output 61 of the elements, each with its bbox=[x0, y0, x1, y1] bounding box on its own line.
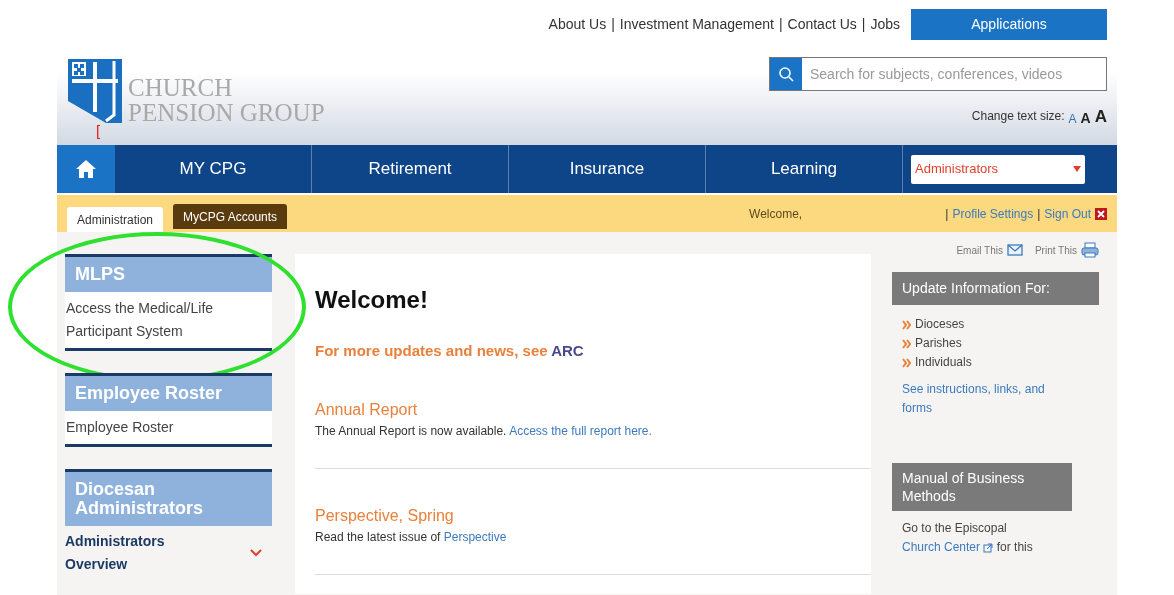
double-chevron-icon bbox=[902, 319, 912, 330]
welcome-text: Welcome, bbox=[749, 205, 803, 223]
top-link[interactable]: Contact Us bbox=[787, 14, 857, 35]
expandable-link[interactable]: Administrators Overview bbox=[65, 526, 272, 576]
double-chevron-icon bbox=[902, 338, 912, 349]
news-text: The Annual Report is now available. Access the full report here. bbox=[315, 422, 653, 440]
nav-tab[interactable]: Insurance bbox=[509, 145, 706, 193]
logo-text: CHURCH bbox=[128, 75, 234, 100]
text-size-option[interactable]: A bbox=[1080, 111, 1091, 125]
search-button[interactable] bbox=[770, 58, 802, 90]
news-link[interactable]: Perspective bbox=[443, 529, 507, 544]
text-size-option[interactable]: A bbox=[1094, 108, 1107, 125]
share-action[interactable]: Email This bbox=[956, 242, 1023, 258]
printer-icon bbox=[1081, 242, 1099, 258]
search-field[interactable]: Search for subjects, conferences, videos bbox=[802, 58, 1106, 90]
search-icon bbox=[778, 66, 794, 82]
news-text: Read the latest issue of Perspective bbox=[315, 528, 508, 546]
intro-text: For more updates and news, see ARC bbox=[315, 341, 585, 361]
double-chevron-icon bbox=[902, 357, 912, 368]
dropdown-arrow-icon bbox=[1073, 166, 1081, 172]
section-header: Employee Roster bbox=[65, 373, 272, 411]
news-link[interactable]: Access the full report here. bbox=[509, 423, 652, 438]
envelope-icon bbox=[1006, 244, 1023, 256]
close-icon bbox=[1095, 207, 1107, 220]
nav-tab[interactable]: Learning bbox=[706, 145, 903, 193]
account-tab[interactable]: MyCPG Accounts bbox=[173, 204, 288, 229]
external-link-icon bbox=[983, 542, 994, 553]
share-action[interactable]: Print This bbox=[1034, 242, 1099, 258]
page-heading: Welcome! bbox=[315, 285, 429, 315]
account-tab[interactable]: Administration bbox=[67, 207, 164, 232]
arc-link[interactable]: ARC bbox=[551, 342, 584, 359]
instructions-link[interactable]: See instructions, links, and forms bbox=[902, 380, 1072, 418]
box-header: Update Information For: bbox=[892, 272, 1099, 305]
separator: | bbox=[945, 205, 949, 223]
box-header: Manual of Business Methods bbox=[892, 463, 1072, 511]
text-size-label: Change text size: bbox=[971, 108, 1065, 125]
logo-text: PENSION GROUP bbox=[128, 100, 325, 125]
update-link[interactable]: Individuals bbox=[902, 353, 1089, 372]
top-link[interactable]: Jobs bbox=[870, 14, 900, 35]
home-button[interactable] bbox=[57, 145, 115, 193]
nav-tab[interactable]: MY CPG bbox=[115, 145, 312, 193]
section-header: Diocesan Administrators bbox=[65, 469, 272, 526]
role-select[interactable]: Administrators bbox=[911, 154, 1085, 184]
bracket-mark: [ bbox=[96, 121, 101, 141]
text-size-option[interactable]: A bbox=[1068, 113, 1077, 125]
update-link[interactable]: Dioceses bbox=[902, 315, 1089, 334]
separator: | bbox=[778, 15, 783, 34]
shield-logo-icon bbox=[66, 57, 124, 125]
separator: | bbox=[611, 15, 615, 34]
section-header: MLPS bbox=[65, 254, 272, 292]
manual-text: Go to the Episcopal Church Center for this bbox=[901, 520, 1034, 556]
separator: | bbox=[861, 15, 866, 34]
search-box[interactable]: Search for subjects, conferences, videos bbox=[769, 57, 1107, 91]
separator: | bbox=[1037, 205, 1041, 223]
applications-button[interactable]: Applications bbox=[911, 9, 1107, 40]
church-center-link[interactable]: Church Center bbox=[902, 540, 981, 554]
nav-tab[interactable]: Retirement bbox=[312, 145, 509, 193]
update-link[interactable]: Parishes bbox=[902, 334, 1089, 353]
home-icon bbox=[75, 159, 97, 179]
top-link[interactable]: Investment Management bbox=[619, 14, 774, 35]
top-link[interactable]: About Us bbox=[548, 14, 607, 35]
